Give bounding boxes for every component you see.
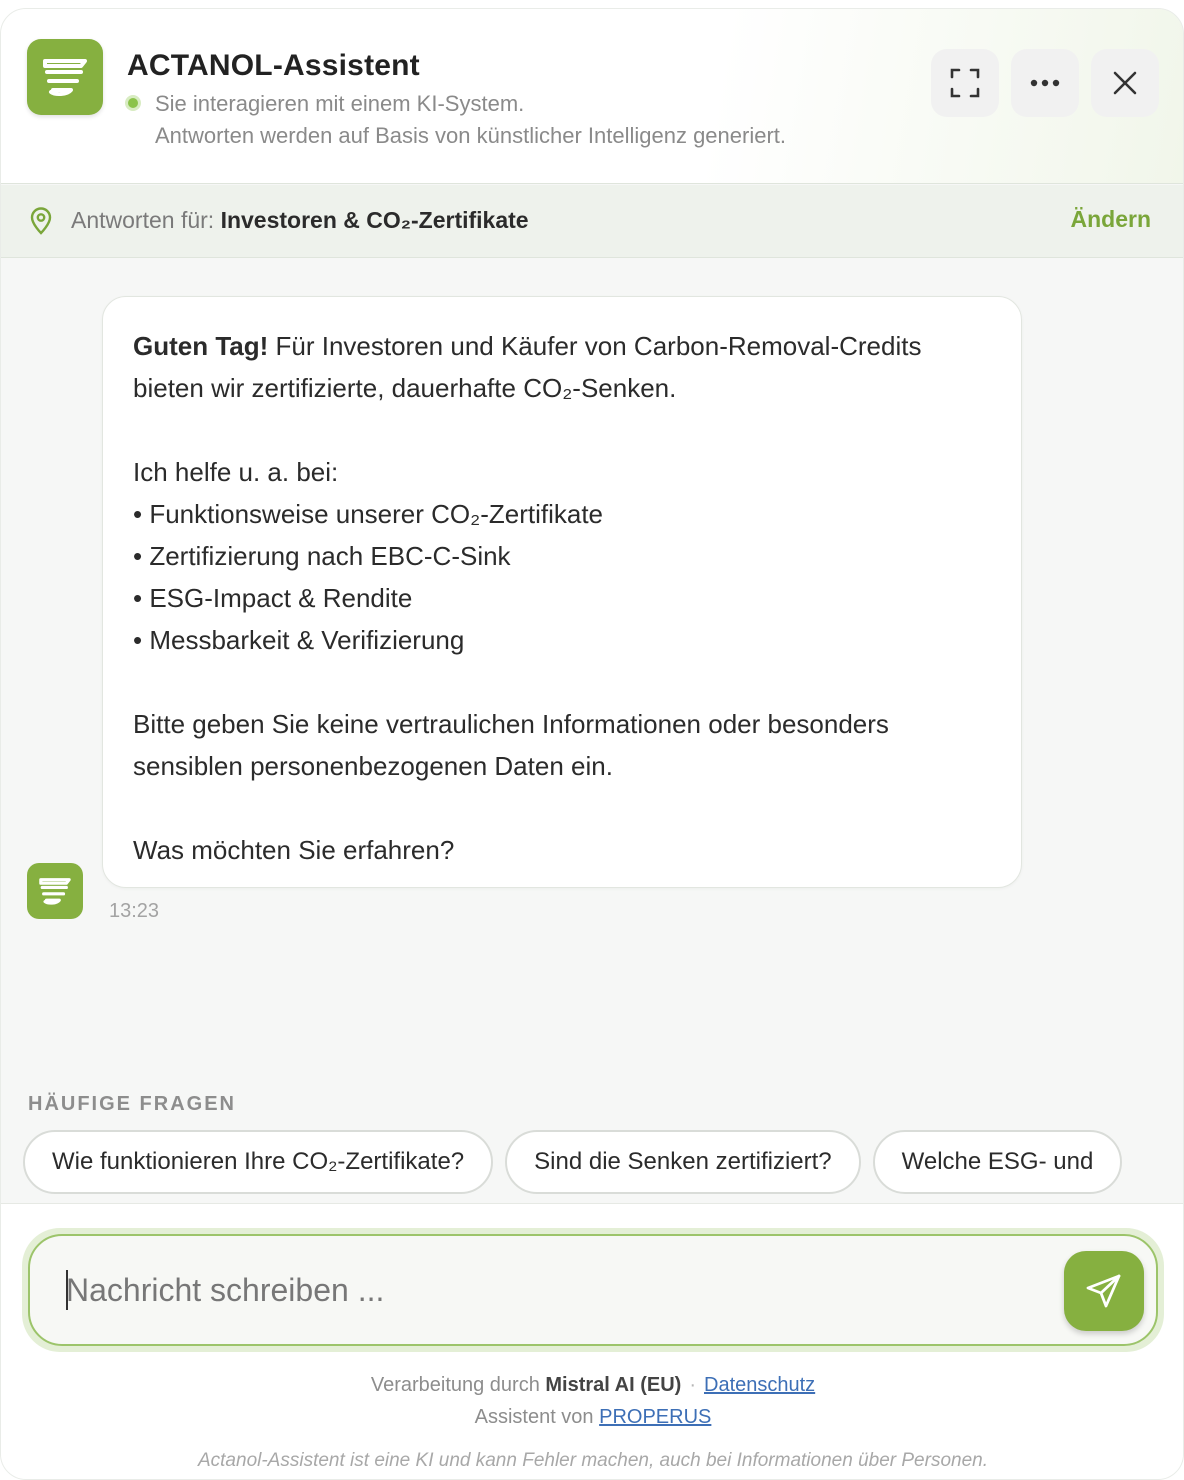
online-status-icon bbox=[125, 95, 141, 111]
message-input-box bbox=[28, 1234, 1158, 1346]
ai-disclaimer: Actanol-Assistent ist eine KI und kann F… bbox=[197, 1450, 988, 1471]
actanol-logo-icon bbox=[39, 878, 71, 905]
closing-question: Was möchten Sie erfahren? bbox=[133, 835, 455, 865]
list-item: Messbarkeit & Verifizierung bbox=[133, 619, 991, 661]
list-item: Zertifizierung nach EBC-C-Sink bbox=[133, 535, 991, 577]
more-icon bbox=[1030, 79, 1060, 87]
faq-chip-list: Wie funktionieren Ihre CO₂-Zertifikate? S… bbox=[23, 1130, 1183, 1194]
audience-label: Antworten für: Investoren & CO₂-Zertifik… bbox=[71, 207, 529, 233]
composer-area: Verarbeitung durch Mistral AI (EU)·Daten… bbox=[1, 1203, 1183, 1479]
chat-header: ACTANOL-Assistent Sie interagieren mit e… bbox=[1, 9, 1183, 184]
faq-chip-certified-sinks[interactable]: Sind die Senken zertifiziert? bbox=[505, 1130, 861, 1194]
chat-widget: ACTANOL-Assistent Sie interagieren mit e… bbox=[0, 8, 1184, 1480]
properus-link[interactable]: PROPERUS bbox=[599, 1406, 711, 1428]
list-item: Funktionsweise unserer CO₂-Zertifikate bbox=[133, 493, 991, 535]
send-button[interactable] bbox=[1064, 1251, 1144, 1331]
expand-button[interactable] bbox=[931, 49, 999, 117]
close-icon bbox=[1113, 71, 1137, 95]
faq-chip-certificates[interactable]: Wie funktionieren Ihre CO₂-Zertifikate? bbox=[23, 1130, 494, 1194]
assistant-message: Guten Tag! Für Investoren und Käufer von… bbox=[102, 296, 1022, 888]
message-input-wrapper bbox=[22, 1228, 1164, 1352]
privacy-notice: Bitte geben Sie keine vertraulichen Info… bbox=[133, 709, 889, 781]
expand-icon bbox=[950, 68, 980, 98]
ai-disclosure-line1: Sie interagieren mit einem KI-System. bbox=[155, 91, 525, 116]
close-button[interactable] bbox=[1091, 49, 1159, 117]
assistant-title: ACTANOL-Assistent bbox=[127, 49, 420, 82]
message-input[interactable] bbox=[66, 1266, 1026, 1314]
assistant-provider: Assistent von PROPERUS bbox=[474, 1406, 712, 1428]
text-caret bbox=[66, 1270, 68, 1310]
assistant-avatar bbox=[27, 863, 83, 919]
processor-name: Mistral AI (EU) bbox=[545, 1374, 682, 1396]
help-topics-list: Funktionsweise unserer CO₂-Zertifikate Z… bbox=[133, 493, 991, 661]
change-audience-button[interactable]: Ändern bbox=[1071, 206, 1152, 233]
faq-chip-esg[interactable]: Welche ESG- und bbox=[872, 1130, 1123, 1194]
faq-heading: HÄUFIGE FRAGEN bbox=[28, 1093, 236, 1115]
actanol-logo-icon bbox=[27, 39, 103, 115]
location-pin-icon bbox=[30, 207, 52, 235]
list-item: ESG-Impact & Rendite bbox=[133, 577, 991, 619]
privacy-link[interactable]: Datenschutz bbox=[704, 1374, 815, 1396]
message-intro: Guten Tag! Für Investoren und Käufer von… bbox=[133, 325, 991, 409]
greeting: Guten Tag! bbox=[133, 331, 269, 361]
audience-value: Investoren & CO₂-Zertifikate bbox=[220, 207, 529, 233]
help-intro: Ich helfe u. a. bei: bbox=[133, 457, 339, 487]
processing-info: Verarbeitung durch Mistral AI (EU) · Daten… bbox=[370, 1374, 816, 1396]
more-options-button[interactable] bbox=[1011, 49, 1079, 117]
send-icon bbox=[1086, 1274, 1121, 1308]
ai-disclosure-line2: Antworten werden auf Basis von künstlich… bbox=[155, 123, 787, 148]
message-timestamp: 13:23 bbox=[109, 900, 160, 922]
audience-context-bar: Antworten für: Investoren & CO₂-Zertifik… bbox=[1, 185, 1183, 258]
